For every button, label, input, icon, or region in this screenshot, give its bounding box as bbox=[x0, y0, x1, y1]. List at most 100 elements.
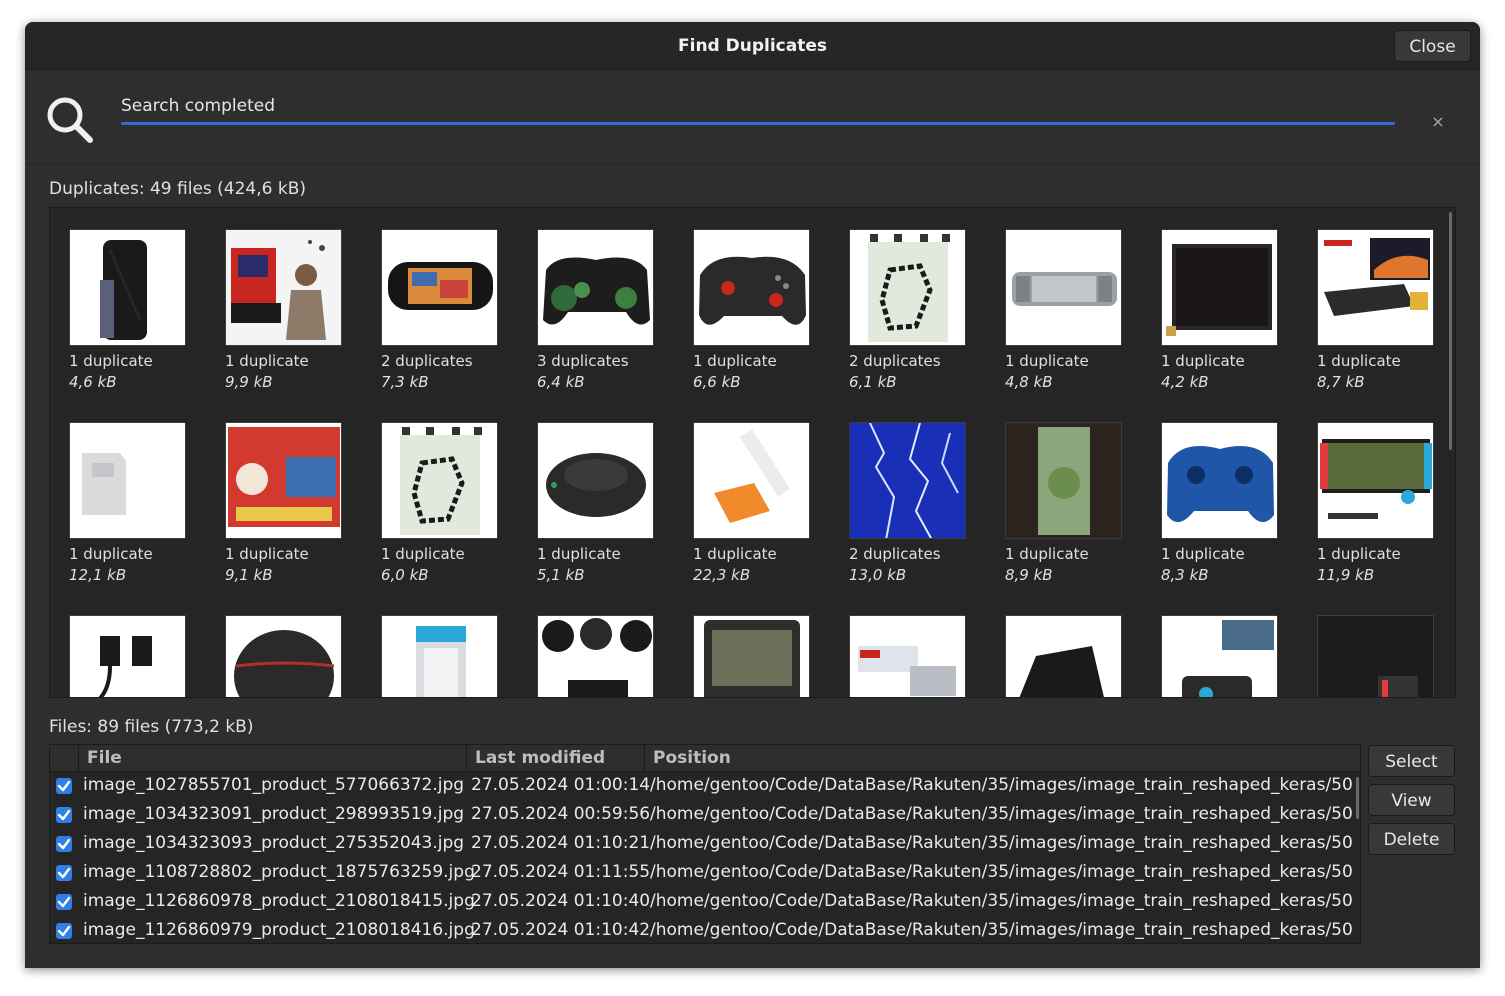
position-cell: /home/gentoo/Code/DataBase/Rakuten/35/im… bbox=[650, 775, 1353, 795]
duplicate-size: 6,6 kB bbox=[693, 373, 741, 391]
duplicate-count: 1 duplicate bbox=[1161, 545, 1245, 563]
duplicate-item[interactable] bbox=[1005, 615, 1145, 697]
column-header-last-modified[interactable]: Last modified bbox=[466, 745, 646, 771]
thumbnail-image bbox=[69, 422, 186, 539]
duplicate-size: 5,1 kB bbox=[537, 566, 585, 584]
last-modified-cell: 27.05.2024 01:10:21 bbox=[471, 833, 651, 853]
duplicate-item[interactable]: 1 duplicate 22,3 kB bbox=[693, 422, 833, 584]
duplicate-count: 2 duplicates bbox=[849, 352, 941, 370]
duplicate-item[interactable]: 1 duplicate 4,8 kB bbox=[1005, 229, 1145, 391]
grid-scrollbar[interactable] bbox=[1449, 212, 1452, 450]
table-row[interactable]: image_1034323091_product_298993519.jpg 2… bbox=[50, 801, 1353, 830]
thumbnail-image bbox=[537, 422, 654, 539]
table-row[interactable]: image_1126860978_product_2108018415.jpg … bbox=[50, 888, 1353, 917]
duplicate-item[interactable]: 1 duplicate 9,9 kB bbox=[225, 229, 365, 391]
row-checkbox[interactable] bbox=[56, 807, 72, 823]
duplicate-size: 6,4 kB bbox=[537, 373, 585, 391]
dialog-title: Find Duplicates bbox=[678, 36, 827, 56]
thumbnail-image bbox=[849, 422, 966, 539]
position-cell: /home/gentoo/Code/DataBase/Rakuten/35/im… bbox=[650, 891, 1353, 911]
duplicate-item[interactable]: 1 duplicate 8,3 kB bbox=[1161, 422, 1301, 584]
position-cell: /home/gentoo/Code/DataBase/Rakuten/35/im… bbox=[650, 804, 1353, 824]
duplicate-item[interactable]: 1 duplicate 11,9 kB bbox=[1317, 422, 1455, 584]
file-name-cell: image_1034323093_product_275352043.jpg bbox=[83, 833, 465, 853]
duplicate-size: 4,2 kB bbox=[1161, 373, 1209, 391]
row-checkbox[interactable] bbox=[56, 836, 72, 852]
row-checkbox[interactable] bbox=[56, 778, 72, 794]
duplicates-summary: Duplicates: 49 files (424,6 kB) bbox=[49, 179, 307, 199]
row-checkbox[interactable] bbox=[56, 865, 72, 881]
duplicate-item[interactable] bbox=[1317, 615, 1455, 697]
duplicate-count: 1 duplicate bbox=[693, 545, 777, 563]
duplicate-item[interactable]: 1 duplicate 9,1 kB bbox=[225, 422, 365, 584]
last-modified-cell: 27.05.2024 01:00:14 bbox=[471, 775, 651, 795]
duplicate-count: 1 duplicate bbox=[1317, 545, 1401, 563]
thumbnail-image bbox=[1005, 615, 1122, 697]
duplicate-item[interactable]: 1 duplicate 8,7 kB bbox=[1317, 229, 1455, 391]
files-table: File Last modified Position image_102785… bbox=[49, 744, 1361, 944]
duplicate-count: 1 duplicate bbox=[225, 352, 309, 370]
search-icon bbox=[45, 95, 95, 149]
search-status-panel: Search completed × bbox=[25, 69, 1480, 164]
duplicate-item[interactable]: 1 duplicate 8,9 kB bbox=[1005, 422, 1145, 584]
close-button[interactable]: Close bbox=[1394, 30, 1471, 62]
thumbnail-image bbox=[1161, 615, 1278, 697]
duplicate-item[interactable]: 1 duplicate 4,2 kB bbox=[1161, 229, 1301, 391]
last-modified-cell: 27.05.2024 01:11:55 bbox=[471, 862, 651, 882]
duplicates-grid[interactable]: 1 duplicate 4,6 kB 1 duplicate 9,9 kB 2 … bbox=[49, 207, 1456, 698]
duplicate-item[interactable] bbox=[69, 615, 209, 697]
duplicate-size: 6,1 kB bbox=[849, 373, 897, 391]
position-cell: /home/gentoo/Code/DataBase/Rakuten/35/im… bbox=[650, 920, 1353, 940]
last-modified-cell: 27.05.2024 01:10:40 bbox=[471, 891, 651, 911]
file-name-cell: image_1126860979_product_2108018416.jpg bbox=[83, 920, 475, 940]
search-progress-fill bbox=[121, 122, 1395, 125]
thumbnail-image bbox=[381, 229, 498, 346]
row-checkbox[interactable] bbox=[56, 894, 72, 910]
duplicate-item[interactable] bbox=[537, 615, 677, 697]
duplicate-item[interactable]: 2 duplicates 7,3 kB bbox=[381, 229, 521, 391]
duplicate-item[interactable] bbox=[381, 615, 521, 697]
thumbnail-image bbox=[1161, 229, 1278, 346]
duplicate-item[interactable] bbox=[225, 615, 365, 697]
column-header-position[interactable]: Position bbox=[644, 745, 1360, 771]
duplicate-size: 11,9 kB bbox=[1317, 566, 1375, 584]
duplicate-item[interactable]: 3 duplicates 6,4 kB bbox=[537, 229, 677, 391]
table-row[interactable]: image_1034323093_product_275352043.jpg 2… bbox=[50, 830, 1353, 859]
duplicate-item[interactable]: 1 duplicate 4,6 kB bbox=[69, 229, 209, 391]
duplicate-item[interactable] bbox=[693, 615, 833, 697]
duplicate-item[interactable] bbox=[1161, 615, 1301, 697]
column-header-file[interactable]: File bbox=[78, 745, 468, 771]
duplicate-size: 8,7 kB bbox=[1317, 373, 1365, 391]
close-icon[interactable]: × bbox=[1429, 112, 1447, 131]
thumbnail-image bbox=[225, 229, 342, 346]
file-name-cell: image_1126860978_product_2108018415.jpg bbox=[83, 891, 475, 911]
duplicate-size: 12,1 kB bbox=[69, 566, 127, 584]
duplicate-count: 1 duplicate bbox=[1005, 545, 1089, 563]
thumbnail-image bbox=[69, 615, 186, 697]
thumbnail-image bbox=[1317, 229, 1434, 346]
table-row[interactable]: image_1126860979_product_2108018416.jpg … bbox=[50, 917, 1353, 943]
table-row[interactable]: image_1027855701_product_577066372.jpg 2… bbox=[50, 772, 1353, 801]
table-row[interactable]: image_1108728802_product_1875763259.jpg … bbox=[50, 859, 1353, 888]
thumbnail-image bbox=[1005, 229, 1122, 346]
duplicate-item[interactable]: 1 duplicate 12,1 kB bbox=[69, 422, 209, 584]
duplicate-item[interactable]: 1 duplicate 6,6 kB bbox=[693, 229, 833, 391]
row-checkbox[interactable] bbox=[56, 923, 72, 939]
view-button[interactable]: View bbox=[1368, 784, 1455, 816]
search-status-text: Search completed bbox=[121, 96, 276, 116]
duplicate-size: 9,9 kB bbox=[225, 373, 273, 391]
duplicate-item[interactable] bbox=[849, 615, 989, 697]
duplicate-item[interactable]: 1 duplicate 6,0 kB bbox=[381, 422, 521, 584]
select-button[interactable]: Select bbox=[1368, 745, 1455, 777]
table-scrollbar[interactable] bbox=[1356, 777, 1359, 819]
duplicate-item[interactable]: 2 duplicates 13,0 kB bbox=[849, 422, 989, 584]
thumbnail-image bbox=[849, 229, 966, 346]
search-progress-bar bbox=[121, 122, 1395, 125]
duplicate-count: 1 duplicate bbox=[1005, 352, 1089, 370]
duplicate-size: 13,0 kB bbox=[849, 566, 907, 584]
duplicate-count: 1 duplicate bbox=[1317, 352, 1401, 370]
duplicate-item[interactable]: 2 duplicates 6,1 kB bbox=[849, 229, 989, 391]
duplicate-item[interactable]: 1 duplicate 5,1 kB bbox=[537, 422, 677, 584]
delete-button[interactable]: Delete bbox=[1368, 823, 1455, 855]
thumbnail-image bbox=[381, 422, 498, 539]
